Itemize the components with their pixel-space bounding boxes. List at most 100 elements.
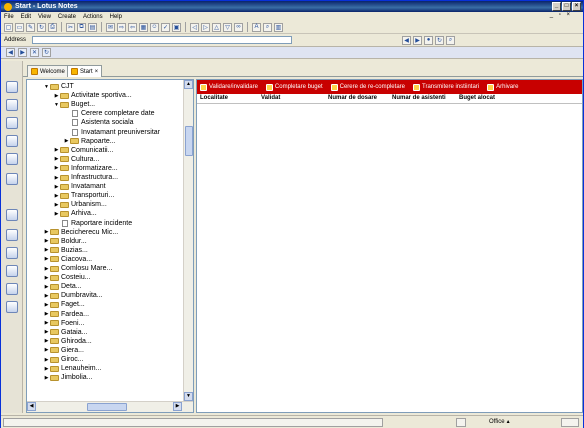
tree-item[interactable]: ▶ Foeni... bbox=[43, 319, 85, 328]
tree-item[interactable]: ▶ Urbanism... bbox=[53, 200, 107, 209]
twisty-collapsed-icon[interactable]: ▶ bbox=[43, 311, 50, 317]
tree-item[interactable]: ▶ Deta... bbox=[43, 282, 82, 291]
databases-icon[interactable] bbox=[6, 209, 18, 221]
twisty-collapsed-icon[interactable]: ▶ bbox=[53, 165, 60, 171]
tree-item[interactable]: ▶ Rapoarte... bbox=[63, 137, 116, 146]
twisty-expanded-icon[interactable]: ▼ bbox=[53, 102, 60, 108]
tree-item[interactable]: ▶ Fardea... bbox=[43, 310, 89, 319]
tree-item[interactable]: ▶ Giroc... bbox=[43, 355, 84, 364]
paste-icon[interactable]: ▤ bbox=[88, 22, 97, 32]
home-icon[interactable] bbox=[6, 81, 18, 93]
tree-item[interactable]: ▶ Invatamant bbox=[53, 182, 106, 191]
menu-view[interactable]: View bbox=[38, 14, 51, 20]
twisty-collapsed-icon[interactable]: ▶ bbox=[43, 275, 50, 281]
menu-help[interactable]: Help bbox=[110, 14, 122, 20]
back-icon[interactable]: ◁ bbox=[190, 22, 199, 32]
twisty-collapsed-icon[interactable]: ▶ bbox=[43, 247, 50, 253]
menu-actions[interactable]: Actions bbox=[83, 14, 103, 20]
tree-item[interactable]: ▶ Comlosu Mare... bbox=[43, 264, 113, 273]
tree-item[interactable]: ▶ Jimbolia... bbox=[43, 373, 93, 382]
refresh-icon[interactable]: ↻ bbox=[435, 35, 444, 45]
twisty-collapsed-icon[interactable]: ▶ bbox=[43, 347, 50, 353]
tree-item[interactable]: ▶ Gataia... bbox=[43, 328, 88, 337]
horizontal-scrollbar[interactable]: ◀ ▶ bbox=[27, 401, 193, 412]
twisty-expanded-icon[interactable]: ▼ bbox=[43, 84, 50, 90]
mail-icon[interactable]: ✉ bbox=[106, 22, 115, 32]
back-icon[interactable]: ◀ bbox=[6, 48, 15, 57]
edit-icon[interactable]: ✎ bbox=[26, 22, 35, 32]
twisty-collapsed-icon[interactable]: ▶ bbox=[53, 193, 60, 199]
tab-welcome[interactable]: Welcome bbox=[27, 65, 69, 77]
recomplete-request-button[interactable]: Cerere de re-completare bbox=[330, 83, 405, 91]
scroll-thumb[interactable] bbox=[87, 403, 127, 411]
print-icon[interactable]: ⎙ bbox=[48, 22, 57, 32]
address-input[interactable] bbox=[32, 36, 292, 44]
twisty-collapsed-icon[interactable]: ▶ bbox=[53, 211, 60, 217]
validate-button[interactable]: Validare/invalidare bbox=[200, 83, 258, 91]
tab-start[interactable]: Start × bbox=[67, 65, 103, 77]
tree-item[interactable]: ▶ Buzias... bbox=[43, 246, 88, 255]
scroll-down-icon[interactable]: ▼ bbox=[184, 392, 193, 401]
twisty-collapsed-icon[interactable]: ▶ bbox=[53, 147, 60, 153]
column-header-localitate[interactable]: Localitate bbox=[200, 95, 228, 101]
minimize-button[interactable]: _ bbox=[552, 2, 561, 11]
tree-item[interactable]: ▼ CJT bbox=[43, 82, 74, 91]
back-icon[interactable]: ◀ bbox=[402, 35, 411, 45]
refresh-icon[interactable]: ↻ bbox=[42, 48, 51, 57]
scroll-left-icon[interactable]: ◀ bbox=[27, 402, 36, 411]
vertical-scrollbar[interactable]: ▲ ▼ bbox=[183, 80, 193, 402]
column-header-numar-asistenti[interactable]: Numar de asistenti bbox=[392, 95, 446, 101]
forward-icon[interactable]: ⇨ bbox=[117, 22, 126, 32]
twisty-collapsed-icon[interactable]: ▶ bbox=[43, 229, 50, 235]
complete-budget-button[interactable]: Completare buget bbox=[265, 83, 323, 91]
replicator-icon[interactable] bbox=[6, 173, 18, 185]
mdi-window-controls[interactable]: _ ▫ × bbox=[550, 12, 572, 18]
twisty-collapsed-icon[interactable]: ▶ bbox=[43, 375, 50, 381]
tree-item[interactable]: ▶ Giera... bbox=[43, 346, 84, 355]
favorites-icon[interactable] bbox=[6, 229, 18, 241]
table-icon[interactable]: ▥ bbox=[274, 22, 283, 32]
tree-item[interactable]: ▶ Ghiroda... bbox=[43, 337, 92, 346]
contacts-icon[interactable]: ☺ bbox=[150, 22, 159, 32]
status-indicator[interactable] bbox=[456, 418, 466, 427]
tree-item[interactable]: ▶ Lenauheim... bbox=[43, 364, 102, 373]
twisty-collapsed-icon[interactable]: ▶ bbox=[43, 238, 50, 244]
twisty-collapsed-icon[interactable]: ▶ bbox=[43, 284, 50, 290]
tree-item[interactable]: ▶ Arhiva... bbox=[53, 209, 97, 218]
twisty-collapsed-icon[interactable]: ▶ bbox=[43, 302, 50, 308]
contacts-icon[interactable] bbox=[6, 135, 18, 147]
cut-icon[interactable]: ✂ bbox=[66, 22, 75, 32]
todo-icon[interactable]: ✓ bbox=[161, 22, 170, 32]
tree-item[interactable]: Invatamant preuniversitar bbox=[63, 128, 160, 137]
search-icon[interactable]: ⌕ bbox=[263, 22, 272, 32]
close-tab-icon[interactable]: × bbox=[95, 69, 99, 75]
tree-item[interactable]: ▶ Activitate sportiva... bbox=[53, 91, 132, 100]
menu-file[interactable]: File bbox=[4, 14, 14, 20]
find-icon[interactable]: A bbox=[252, 22, 261, 32]
forward-icon[interactable]: ▶ bbox=[18, 48, 27, 57]
stop-icon[interactable]: ● bbox=[424, 35, 433, 45]
scroll-right-icon[interactable]: ▶ bbox=[173, 402, 182, 411]
tree-item[interactable]: ▶ Dumbravita... bbox=[43, 291, 103, 300]
bookmark-icon[interactable] bbox=[6, 247, 18, 259]
twisty-collapsed-icon[interactable]: ▶ bbox=[53, 202, 60, 208]
twisty-collapsed-icon[interactable]: ▶ bbox=[43, 320, 50, 326]
tree-item[interactable]: ▼ Buget... bbox=[53, 100, 95, 109]
tree-item[interactable]: ▶ Faget... bbox=[43, 300, 85, 309]
twisty-collapsed-icon[interactable]: ▶ bbox=[43, 338, 50, 344]
menu-edit[interactable]: Edit bbox=[21, 14, 31, 20]
maximize-button[interactable]: □ bbox=[562, 2, 571, 11]
twisty-collapsed-icon[interactable]: ▶ bbox=[53, 156, 60, 162]
refresh-icon[interactable]: ↻ bbox=[37, 22, 46, 32]
copy-icon[interactable]: ⧉ bbox=[77, 22, 86, 32]
forward-icon[interactable]: ▶ bbox=[413, 35, 422, 45]
tree-item[interactable]: Cerere completare date bbox=[63, 109, 155, 118]
close-button[interactable]: × bbox=[572, 2, 581, 11]
tree-item[interactable]: ▶ Informatizare... bbox=[53, 164, 118, 173]
twisty-collapsed-icon[interactable]: ▶ bbox=[63, 138, 70, 144]
twisty-collapsed-icon[interactable]: ▶ bbox=[53, 184, 60, 190]
twisty-collapsed-icon[interactable]: ▶ bbox=[53, 93, 60, 99]
stop-icon[interactable]: ✕ bbox=[30, 48, 39, 57]
twisty-collapsed-icon[interactable]: ▶ bbox=[43, 266, 50, 272]
twisty-collapsed-icon[interactable]: ▶ bbox=[43, 329, 50, 335]
